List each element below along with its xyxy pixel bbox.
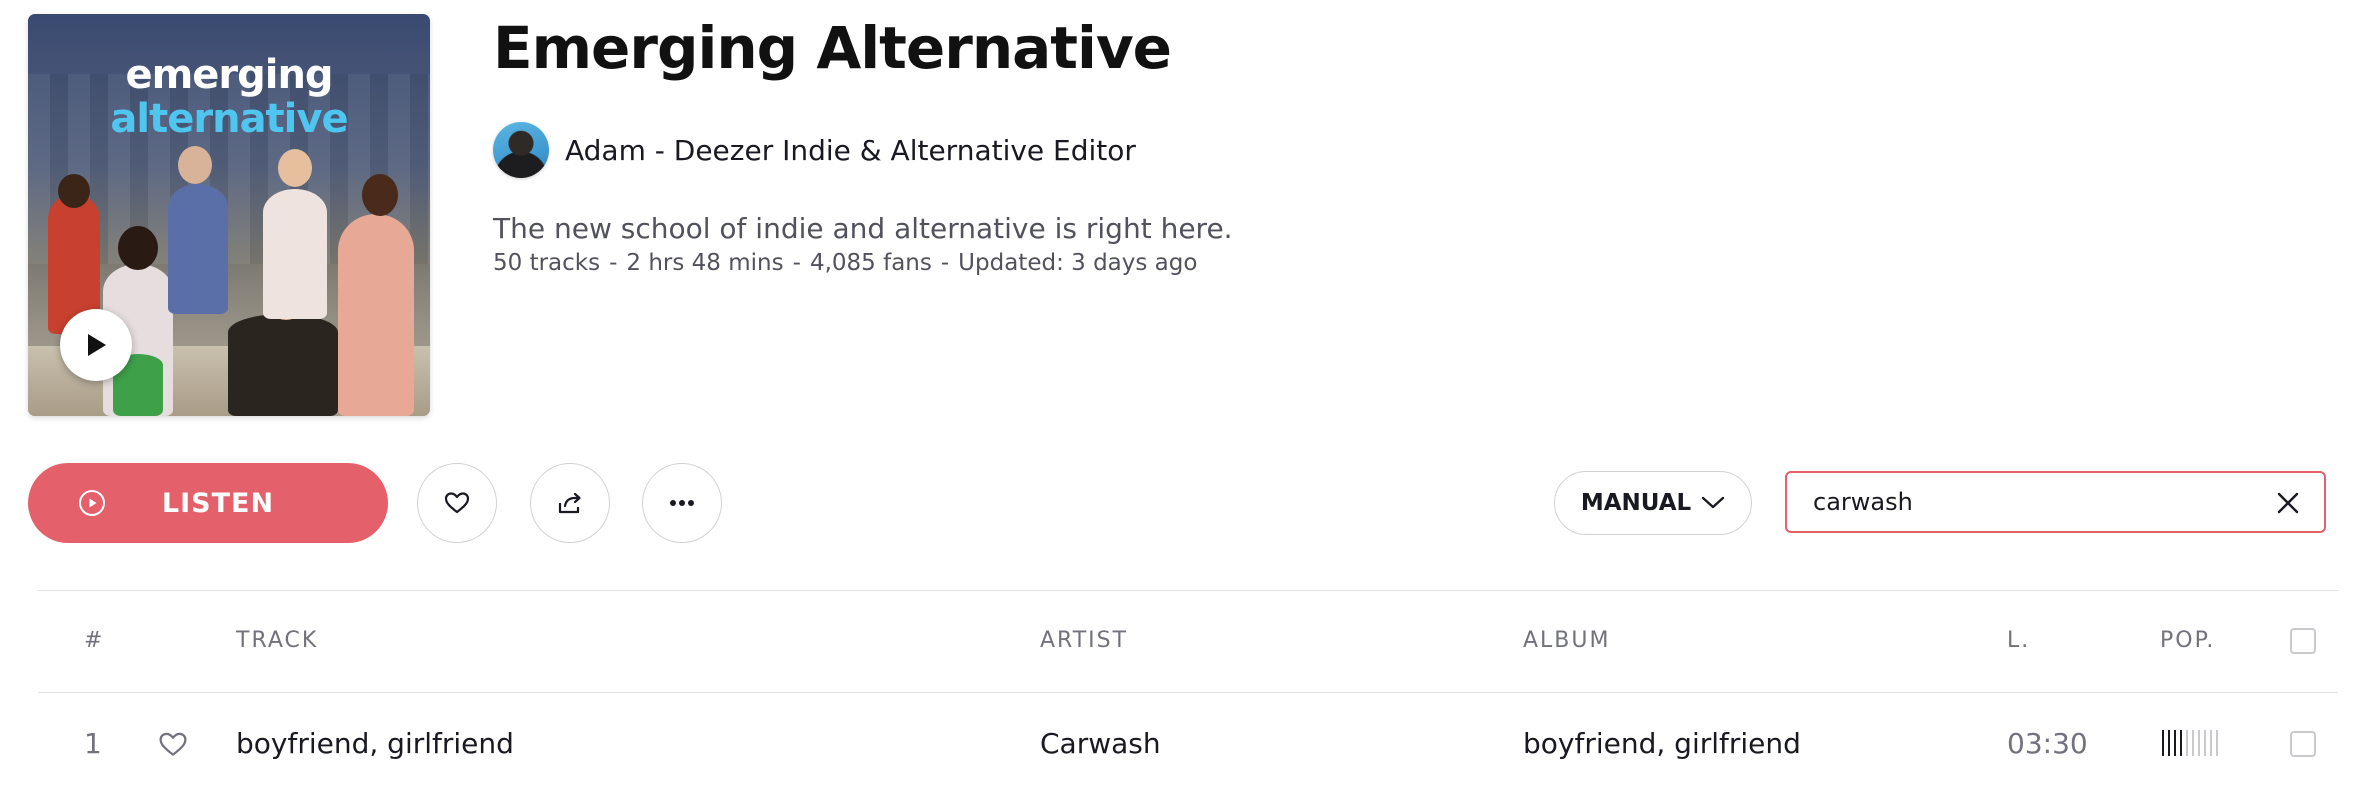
column-header-artist[interactable]: ARTIST — [1040, 628, 1128, 653]
meta-separator: - — [940, 250, 950, 276]
total-duration: 2 hrs 48 mins — [626, 250, 784, 276]
share-button[interactable] — [530, 463, 610, 543]
sort-label: MANUAL — [1580, 490, 1692, 516]
column-header-album[interactable]: ALBUM — [1523, 628, 1610, 653]
column-header-track[interactable]: TRACK — [236, 628, 318, 653]
popularity-bar — [2162, 730, 2164, 756]
search-input[interactable] — [1811, 487, 2235, 517]
more-icon — [670, 500, 694, 506]
listen-label: LISTEN — [161, 487, 275, 519]
search-field[interactable] — [1785, 471, 2326, 533]
cover-title-line-1: emerging — [125, 52, 333, 98]
popularity-bar — [2216, 730, 2218, 756]
meta-separator: - — [609, 250, 618, 276]
table-header-divider — [38, 692, 2338, 693]
favorite-button[interactable] — [417, 463, 497, 543]
popularity-bar — [2168, 730, 2170, 756]
cover-play-button[interactable] — [60, 309, 132, 381]
avatar[interactable] — [493, 122, 549, 178]
popularity-bars — [2162, 730, 2218, 756]
track-length: 03:30 — [2007, 727, 2088, 760]
select-all-checkbox[interactable] — [2290, 628, 2316, 654]
popularity-bar — [2174, 730, 2176, 756]
track-album[interactable]: boyfriend, girlfriend — [1523, 727, 1801, 760]
column-header-index: # — [84, 628, 105, 653]
popularity-bar — [2198, 730, 2200, 756]
author-name[interactable]: Adam - Deezer Indie & Alternative Editor — [565, 134, 1136, 167]
fan-count: 4,085 fans — [809, 250, 932, 276]
popularity-bar — [2204, 730, 2206, 756]
more-options-button[interactable] — [642, 463, 722, 543]
playlist-description: The new school of indie and alternative … — [493, 212, 1233, 245]
heart-icon — [444, 492, 470, 514]
popularity-bar — [2210, 730, 2212, 756]
popularity-bar — [2186, 730, 2188, 756]
popularity-bar — [2192, 730, 2194, 756]
popularity-bar — [2180, 730, 2182, 756]
page-title: Emerging Alternative — [493, 14, 1172, 82]
track-index: 1 — [84, 727, 102, 760]
meta-separator: - — [792, 250, 801, 276]
listen-button[interactable]: LISTEN — [28, 463, 388, 543]
heart-icon[interactable] — [158, 731, 188, 758]
track-artist[interactable]: Carwash — [1040, 727, 1161, 760]
playlist-meta: 50 tracks -2 hrs 48 mins -4,085 fans - Updat… — [493, 250, 1197, 276]
last-updated: Updated: 3 days ago — [958, 250, 1198, 276]
playlist-cover[interactable]: emerging alternative — [28, 14, 430, 416]
sort-dropdown[interactable]: MANUAL — [1554, 471, 1752, 535]
share-icon — [558, 492, 581, 514]
column-header-length[interactable]: L. — [2007, 628, 2030, 653]
play-icon — [88, 334, 106, 356]
track-checkbox[interactable] — [2290, 731, 2316, 757]
track-count: 50 tracks — [493, 250, 601, 276]
column-header-popularity[interactable]: POP. — [2160, 628, 2215, 653]
cover-title-line-2: alternative — [110, 96, 348, 142]
playlist-author[interactable]: Adam - Deezer Indie & Alternative Editor — [493, 122, 1136, 178]
track-title[interactable]: boyfriend, girlfriend — [236, 727, 514, 760]
table-top-divider — [38, 590, 2338, 591]
close-icon[interactable] — [2274, 489, 2302, 517]
chevron-down-icon — [1701, 496, 1725, 509]
